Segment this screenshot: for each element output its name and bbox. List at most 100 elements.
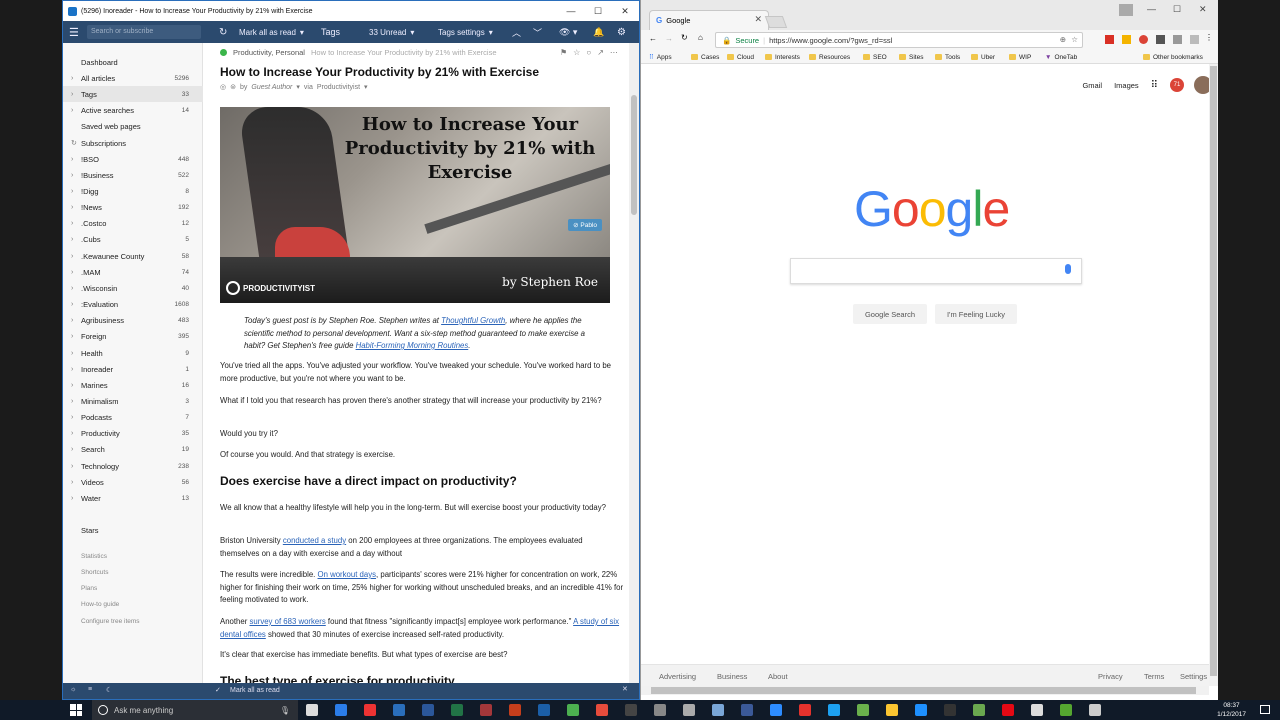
chevron-right-icon[interactable]: › (71, 463, 81, 470)
chevron-right-icon[interactable]: › (71, 107, 81, 114)
chevron-right-icon[interactable]: › (71, 382, 81, 389)
sidebar-item[interactable]: › !Business 522 (63, 167, 203, 183)
taskbar-app-icon[interactable] (625, 704, 637, 716)
close-icon[interactable]: ✕ (1199, 4, 1207, 15)
chevron-right-icon[interactable]: › (71, 253, 81, 260)
taskbar-app-icon[interactable] (886, 704, 898, 716)
sidebar-item[interactable]: Dashboard (63, 54, 203, 70)
other-bookmarks[interactable]: Other bookmarks (1143, 50, 1203, 64)
maximize-icon[interactable]: ☐ (1173, 4, 1181, 15)
sidebar-item[interactable]: › Water 13 (63, 490, 203, 506)
extension-icon[interactable] (1190, 35, 1199, 44)
chevron-right-icon[interactable]: › (71, 430, 81, 437)
notifications-badge[interactable]: 71 (1170, 78, 1184, 92)
bookmark-item[interactable]: Resources (809, 50, 850, 64)
new-tab-button[interactable] (764, 16, 788, 28)
bottom-mark-all-read[interactable]: Mark all as read (230, 687, 280, 694)
circle-icon[interactable]: ○ (586, 48, 591, 57)
taskbar-app-icon[interactable] (799, 704, 811, 716)
advertising-link[interactable]: Advertising (659, 672, 696, 681)
google-search-button[interactable]: Google Search (853, 304, 927, 324)
scrollbar-thumb[interactable] (651, 687, 1196, 694)
chevron-right-icon[interactable]: › (71, 75, 81, 82)
back-icon[interactable]: ← (649, 34, 657, 43)
taskbar-app-icon[interactable] (857, 704, 869, 716)
chevron-right-icon[interactable]: › (71, 479, 81, 486)
bookmark-item[interactable]: ⠿ Apps (649, 50, 672, 64)
taskbar-clock[interactable]: 08:37 1/12/2017 (1217, 701, 1246, 719)
feeling-lucky-button[interactable]: I'm Feeling Lucky (935, 304, 1017, 324)
taskbar-app-icon[interactable] (567, 704, 579, 716)
chevron-right-icon[interactable]: › (71, 414, 81, 421)
extension-icon[interactable] (1122, 35, 1131, 44)
taskbar-app-icon[interactable] (364, 704, 376, 716)
sidebar-item[interactable]: › Agribusiness 483 (63, 312, 203, 328)
chevron-right-icon[interactable]: › (71, 333, 81, 340)
sidebar-item[interactable]: Saved web pages (63, 118, 203, 134)
bookmark-star-icon[interactable]: ☆ (1071, 35, 1078, 44)
sidebar-item[interactable]: › Videos 56 (63, 474, 203, 490)
sidebar-item[interactable]: › Active searches 14 (63, 102, 203, 118)
minimize-icon[interactable]: — (557, 1, 585, 21)
sidebar-item[interactable]: › .Costco 12 (63, 215, 203, 231)
sidebar-item[interactable]: › Inoreader 1 (63, 361, 203, 377)
action-center-icon[interactable] (1260, 705, 1270, 714)
more-icon[interactable]: ⋯ (610, 48, 618, 57)
view-mode-icon[interactable]: 👁 ▾ (559, 21, 577, 43)
home-icon[interactable]: ⌂ (698, 33, 703, 42)
sidebar-link[interactable]: Statistics (63, 548, 203, 564)
notifications-bell-icon[interactable]: 🔔 (593, 21, 604, 43)
chevron-right-icon[interactable]: › (71, 285, 81, 292)
chevron-right-icon[interactable]: › (71, 220, 81, 227)
privacy-link[interactable]: Privacy (1098, 672, 1123, 681)
tag-icon[interactable]: ⚑ (560, 48, 567, 57)
taskbar-app-icon[interactable] (1060, 704, 1072, 716)
workout-days-link[interactable]: On workout days (318, 570, 377, 579)
scrollbar-thumb[interactable] (1210, 66, 1217, 676)
sidebar-link[interactable]: Configure tree items (63, 613, 203, 629)
bookmark-item[interactable]: Cloud (727, 50, 754, 64)
sidebar-item[interactable]: › Tags 33 (63, 86, 203, 102)
sidebar-item[interactable]: › .MAM 74 (63, 264, 203, 280)
chevron-right-icon[interactable]: › (71, 301, 81, 308)
unread-filter-button[interactable]: 33 Unread ▾ (369, 21, 414, 43)
bookmark-item[interactable]: ▼ OneTab (1045, 50, 1077, 64)
article-scrollbar[interactable] (629, 43, 639, 683)
taskbar-app-icon[interactable] (480, 704, 492, 716)
mark-all-read-button[interactable]: Mark all as read ▾ (239, 21, 304, 43)
sidebar-item-stars[interactable]: Stars (63, 522, 203, 538)
location-icon[interactable]: ⊕ (1060, 35, 1066, 44)
microphone-icon[interactable] (1065, 264, 1071, 274)
taskbar-app-icon[interactable] (335, 704, 347, 716)
chevron-right-icon[interactable]: › (71, 236, 81, 243)
sidebar-link[interactable]: Plans (63, 581, 203, 597)
chrome-menu-icon[interactable]: ⋮ (1205, 33, 1213, 42)
reload-icon[interactable]: ↻ (681, 33, 688, 42)
sidebar-item[interactable]: ›:Evaluation 1608 (63, 296, 203, 312)
bottom-close-icon[interactable]: ✕ (622, 685, 628, 693)
gmail-extension-icon[interactable] (1105, 35, 1114, 44)
page-vertical-scrollbar[interactable] (1209, 64, 1218, 686)
chevron-right-icon[interactable]: › (71, 91, 81, 98)
sidebar-item[interactable]: › Foreign 395 (63, 328, 203, 344)
chevron-right-icon[interactable]: › (71, 446, 81, 453)
taskbar-app-icon[interactable] (509, 704, 521, 716)
bookmark-item[interactable]: Cases (691, 50, 719, 64)
taskbar-app-icon[interactable] (915, 704, 927, 716)
list-icon[interactable]: ≡ (88, 686, 92, 693)
extension-icon[interactable] (1173, 35, 1182, 44)
taskbar-app-icon[interactable] (451, 704, 463, 716)
moon-icon[interactable]: ☾ (106, 686, 112, 694)
taskbar-app-icon[interactable] (393, 704, 405, 716)
taskbar-app-icon[interactable] (741, 704, 753, 716)
settings-link[interactable]: Settings (1180, 672, 1209, 681)
next-article-icon[interactable]: ﹀ (533, 21, 542, 43)
search-input[interactable]: Search or subscribe (87, 25, 201, 39)
star-icon[interactable]: ☆ (573, 48, 580, 57)
pablo-badge[interactable]: ⊘ Pablo (568, 219, 602, 231)
sidebar-item[interactable]: › !BSO 448 (63, 151, 203, 167)
habit-forming-link[interactable]: Habit-Forming Morning Routines (356, 341, 469, 350)
taskbar-app-icon[interactable] (422, 704, 434, 716)
share-icon[interactable]: ⊜ (230, 83, 236, 91)
address-bar[interactable]: 🔒 Secure | https://www.google.com/?gws_r… (715, 32, 1083, 48)
